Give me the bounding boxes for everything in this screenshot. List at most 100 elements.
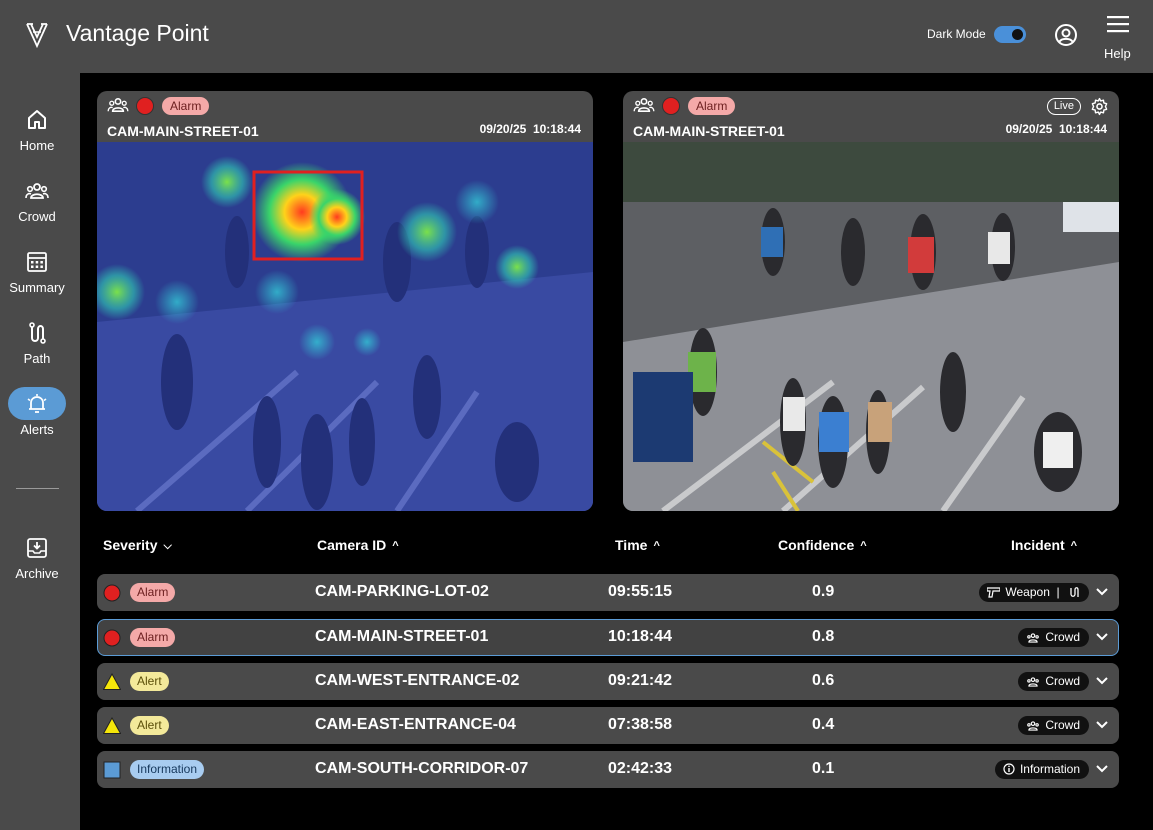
sidebar-divider — [16, 488, 59, 489]
nav-path[interactable]: Path — [0, 321, 74, 381]
confidence-cell: 0.9 — [812, 583, 835, 600]
camera-panel-live[interactable]: Alarm Live CAM-MAIN-STREET-01 09/20/25 1… — [623, 91, 1119, 511]
column-header-camera-id[interactable]: Camera ID ^ — [317, 537, 399, 553]
camera-id-header-label: Camera ID — [317, 537, 387, 553]
time-cell: 10:18:44 — [608, 628, 673, 645]
incident-header-label: Incident — [1011, 537, 1065, 553]
table-row[interactable]: Alarm CAM-MAIN-STREET-01 10:18:44 0.8 Cr… — [97, 619, 1119, 656]
heatmap-video-feed[interactable] — [97, 142, 593, 511]
live-video-feed[interactable] — [623, 142, 1119, 511]
crowd-icon — [633, 97, 655, 113]
severity-badge: Alarm — [130, 583, 176, 602]
live-badge: Live — [1046, 98, 1081, 115]
archive-icon — [27, 538, 47, 558]
alarm-badge: Alarm — [688, 97, 736, 115]
nav-home[interactable]: Home — [0, 108, 74, 168]
help-label[interactable]: Help — [1104, 46, 1131, 61]
confidence-cell: 0.4 — [812, 716, 835, 733]
street-scene — [623, 142, 1119, 511]
nav-alerts[interactable]: Alerts — [0, 392, 74, 452]
camera-id-cell: CAM-WEST-ENTRANCE-02 — [315, 672, 520, 689]
camera-id-cell: CAM-PARKING-LOT-02 — [315, 583, 489, 600]
incident-badge: Crowd — [1018, 628, 1089, 647]
camera-timestamp: 09/20/25 10:18:44 — [1005, 122, 1107, 136]
nav-summary-label: Summary — [9, 280, 65, 295]
info-icon — [1003, 763, 1015, 775]
vantage-logo-icon — [26, 23, 48, 48]
chevron-down-icon[interactable] — [1095, 718, 1109, 732]
incident-label: Crowd — [1045, 674, 1080, 688]
confidence-cell: 0.6 — [812, 672, 835, 689]
camera-id-cell: CAM-MAIN-STREET-01 — [315, 628, 489, 645]
confidence-header-label: Confidence — [778, 537, 855, 553]
nav-path-label: Path — [23, 351, 51, 366]
column-header-time[interactable]: Time ^ — [615, 537, 660, 553]
column-header-severity[interactable]: Severity ⌵ — [103, 537, 172, 553]
confidence-cell: 0.1 — [812, 760, 835, 777]
severity-badge: Information — [130, 760, 205, 779]
alert-triangle-icon — [103, 717, 121, 734]
alarm-status-dot — [136, 97, 154, 115]
camera-header: Alarm CAM-MAIN-STREET-01 09/20/25 10:18:… — [97, 91, 593, 142]
incident-badge: Crowd — [1018, 716, 1089, 735]
table-row[interactable]: Alarm CAM-PARKING-LOT-02 09:55:15 0.9 We… — [97, 574, 1119, 611]
camera-name: CAM-MAIN-STREET-01 — [633, 123, 785, 139]
dark-mode-toggle[interactable] — [994, 26, 1026, 43]
home-icon — [28, 110, 46, 129]
table-row[interactable]: Alert CAM-EAST-ENTRANCE-04 07:38:58 0.4 … — [97, 707, 1119, 744]
nav-crowd[interactable]: Crowd — [0, 179, 74, 239]
camera-header: Alarm Live CAM-MAIN-STREET-01 09/20/25 1… — [623, 91, 1119, 142]
nav-archive[interactable]: Archive — [0, 536, 74, 596]
nav-archive-label: Archive — [15, 566, 59, 581]
column-header-incident[interactable]: Incident ^ — [1011, 537, 1077, 553]
nav-home-label: Home — [19, 138, 55, 153]
incident-badge: Weapon | — [979, 583, 1089, 602]
table-row[interactable]: Alert CAM-WEST-ENTRANCE-02 09:21:42 0.6 … — [97, 663, 1119, 700]
crowd-icon — [1027, 677, 1040, 687]
table-row[interactable]: Information CAM-SOUTH-CORRIDOR-07 02:42:… — [97, 751, 1119, 788]
incident-label: Crowd — [1045, 630, 1080, 644]
nav-alerts-label: Alerts — [20, 422, 54, 437]
incident-label: Information — [1019, 762, 1080, 776]
chevron-down-icon[interactable] — [1095, 762, 1109, 776]
chevron-down-icon: ⌵ — [163, 540, 172, 552]
incident-badge: Crowd — [1018, 672, 1089, 691]
time-cell: 09:55:15 — [608, 583, 673, 600]
crowd-icon — [1027, 633, 1040, 643]
nav-crowd-label: Crowd — [18, 209, 56, 224]
heatmap-scene — [97, 142, 593, 511]
path-icon — [29, 322, 46, 344]
dark-mode-label: Dark Mode — [927, 27, 986, 41]
chevron-down-icon[interactable] — [1095, 585, 1109, 599]
info-square-icon — [103, 761, 121, 779]
severity-badge: Alert — [130, 672, 169, 691]
chevron-up-icon: ^ — [653, 540, 660, 552]
alarm-badge: Alarm — [162, 97, 210, 115]
gear-icon[interactable] — [1090, 97, 1109, 116]
chevron-up-icon: ^ — [860, 540, 867, 552]
time-cell: 07:38:58 — [608, 716, 673, 733]
camera-id-cell: CAM-EAST-ENTRANCE-04 — [315, 716, 516, 733]
severity-badge: Alarm — [130, 628, 176, 647]
time-header-label: Time — [615, 537, 648, 553]
alarm-severity-icon — [103, 629, 121, 647]
weapon-icon — [986, 587, 1001, 598]
camera-panel-heatmap[interactable]: Alarm CAM-MAIN-STREET-01 09/20/25 10:18:… — [97, 91, 593, 511]
user-account-icon[interactable] — [1054, 23, 1078, 47]
alert-triangle-icon — [103, 673, 121, 690]
app-header: Vantage Point Dark Mode Help — [0, 0, 1153, 73]
time-cell: 02:42:33 — [608, 760, 673, 777]
chevron-down-icon[interactable] — [1095, 674, 1109, 688]
chevron-up-icon: ^ — [392, 540, 399, 552]
incident-badge: Information — [994, 760, 1089, 779]
camera-name: CAM-MAIN-STREET-01 — [107, 123, 259, 139]
nav-summary[interactable]: Summary — [0, 250, 74, 310]
camera-timestamp: 09/20/25 10:18:44 — [479, 122, 581, 136]
alarm-status-dot — [662, 97, 680, 115]
column-header-confidence[interactable]: Confidence ^ — [778, 537, 867, 553]
chevron-down-icon[interactable] — [1095, 630, 1109, 644]
summary-icon — [27, 252, 47, 272]
menu-icon[interactable] — [1107, 15, 1129, 33]
bell-icon — [27, 394, 47, 413]
crowd-icon — [107, 97, 129, 113]
